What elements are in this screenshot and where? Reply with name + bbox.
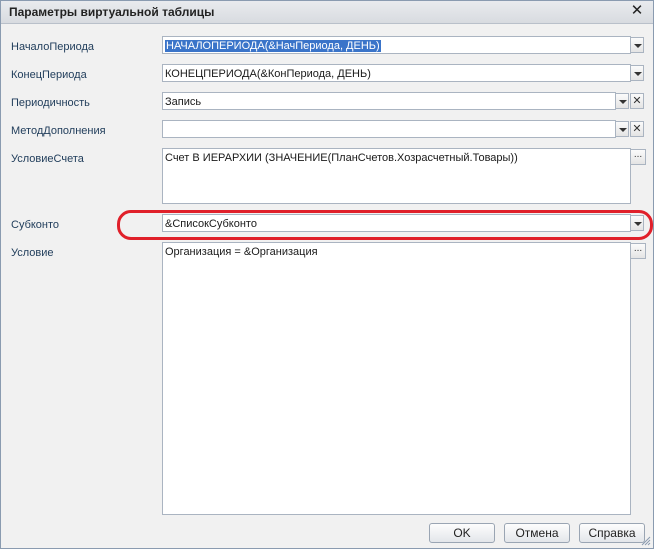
end-period-dropdown-icon[interactable] [630,65,644,81]
dialog-title: Параметры виртуальной таблицы [9,5,215,19]
fill-method-dropdown-icon[interactable] [615,121,629,137]
start-period-dropdown-icon[interactable] [630,37,644,53]
start-period-value: НАЧАЛОПЕРИОДА(&НачПериода, ДЕНЬ) [165,40,381,52]
title-bar: Параметры виртуальной таблицы ✕ [1,1,653,24]
end-period-field[interactable]: КОНЕЦПЕРИОДА(&КонПериода, ДЕНЬ) [162,64,631,82]
ok-button[interactable]: OK [429,523,495,543]
subconto-dropdown-icon[interactable] [630,215,644,231]
label-condition: Условие [11,247,54,259]
condition-value: Организация = &Организация [165,246,318,258]
label-fill-method: МетодДополнения [11,125,106,137]
close-icon[interactable]: ✕ [629,3,645,19]
account-condition-textarea[interactable]: Счет В ИЕРАРХИИ (ЗНАЧЕНИЕ(ПланСчетов.Хоз… [162,148,631,204]
virtual-table-params-dialog: Параметры виртуальной таблицы ✕ НачалоПе… [0,0,654,549]
subconto-value: &СписокСубконто [165,218,257,230]
periodicity-value: Запись [165,96,202,108]
condition-ellipsis-button[interactable]: ... [630,243,646,259]
label-end-period: КонецПериода [11,69,87,81]
condition-textarea[interactable]: Организация = &Организация [162,242,631,515]
label-account-condition: УсловиеСчета [11,153,84,165]
resize-grip-icon[interactable] [641,536,651,546]
help-button[interactable]: Справка [579,523,645,543]
account-condition-value: Счет В ИЕРАРХИИ (ЗНАЧЕНИЕ(ПланСчетов.Хоз… [165,152,518,164]
fill-method-field[interactable] [162,120,616,138]
cancel-button[interactable]: Отмена [504,523,570,543]
subconto-field[interactable]: &СписокСубконто [162,214,631,232]
periodicity-clear-icon[interactable]: ✕ [630,93,644,109]
periodicity-dropdown-icon[interactable] [615,93,629,109]
end-period-value: КОНЕЦПЕРИОДА(&КонПериода, ДЕНЬ) [165,68,371,80]
label-periodicity: Периодичность [11,97,90,109]
fill-method-clear-icon[interactable]: ✕ [630,121,644,137]
periodicity-field[interactable]: Запись [162,92,616,110]
label-subconto: Субконто [11,219,60,231]
start-period-field[interactable]: НАЧАЛОПЕРИОДА(&НачПериода, ДЕНЬ) [162,36,631,54]
account-condition-ellipsis-button[interactable]: ... [630,149,646,165]
label-start-period: НачалоПериода [11,41,95,53]
